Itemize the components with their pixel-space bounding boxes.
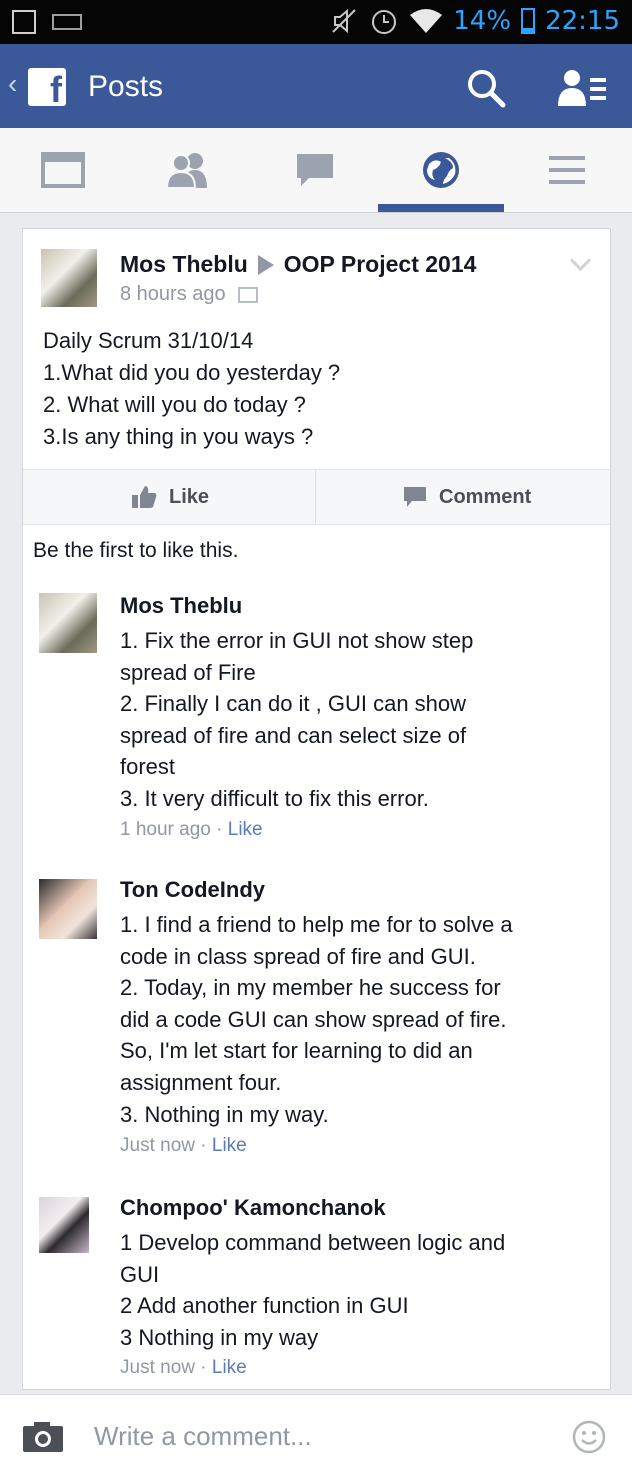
- back-arrow-icon[interactable]: ‹: [8, 68, 17, 100]
- battery-icon: [521, 8, 536, 34]
- comment-line: 3 Nothing in my way: [120, 1324, 319, 1350]
- post-body: Daily Scrum 31/10/14 1.What did you do y…: [43, 325, 583, 453]
- camera-icon[interactable]: [22, 1421, 64, 1453]
- tab-messages[interactable]: [252, 128, 378, 212]
- comment-line: 1. I find a friend to help me for to sol…: [120, 912, 513, 937]
- author-avatar[interactable]: [41, 249, 97, 307]
- battery-percent: 14%: [453, 6, 512, 36]
- meta-dot: ·: [200, 1135, 212, 1156]
- comment-line: 3. Nothing in my way.: [120, 1101, 329, 1127]
- likes-summary: Be the first to like this.: [33, 539, 239, 562]
- comment-line: forest: [120, 754, 176, 780]
- comment-label: Comment: [439, 485, 532, 508]
- comment-line: 1. Fix the error in GUI not show step: [120, 628, 474, 653]
- group-name[interactable]: OOP Project 2014: [284, 251, 477, 278]
- comment-item: Mos Theblu 1. Fix the error in GUI not s…: [39, 593, 599, 849]
- commenter-avatar[interactable]: [39, 593, 97, 653]
- action-divider: [315, 470, 316, 524]
- comment-item: Chompoo' Kamonchanok 1 Develop command b…: [39, 1195, 599, 1385]
- tab-friend-requests[interactable]: [126, 128, 252, 212]
- post-line: 1.What did you do yesterday ?: [43, 360, 341, 385]
- comment-text: 1 Develop command between logic and GUI …: [120, 1227, 590, 1353]
- meta-dot: ·: [216, 819, 228, 840]
- comment-line: spread of Fire: [120, 659, 256, 685]
- globe-icon: [423, 152, 459, 188]
- comment-time[interactable]: 1 hour ago: [120, 819, 211, 840]
- commenter-name[interactable]: Mos Theblu: [120, 593, 242, 619]
- chevron-down-icon[interactable]: [569, 249, 592, 272]
- comment-like-link[interactable]: Like: [212, 1357, 247, 1378]
- post-line: Daily Scrum 31/10/14: [43, 328, 254, 353]
- thumbs-up-icon: [132, 486, 157, 508]
- comment-text: 1. Fix the error in GUI not show step sp…: [120, 625, 590, 815]
- comment-text: 1. I find a friend to help me for to sol…: [120, 909, 590, 1130]
- comment-time[interactable]: Just now: [120, 1135, 195, 1156]
- wifi-icon: [410, 9, 443, 33]
- comment-button[interactable]: Comment: [403, 470, 531, 524]
- comment-line: So, I'm let start for learning to did an: [120, 1038, 473, 1064]
- commenter-name[interactable]: Chompoo' Kamonchanok: [120, 1195, 386, 1221]
- comment-line: did a code GUI can show spread of fire.: [120, 1006, 507, 1032]
- comment-item: Ton CodeIndy 1. I find a friend to help …: [39, 877, 599, 1167]
- post-card: Mos Theblu OOP Project 2014 8 hours ago …: [22, 228, 611, 1390]
- tab-bar: [0, 128, 632, 213]
- comment-line: 3. It very difficult to fix this error.: [120, 785, 429, 811]
- commenter-avatar[interactable]: [39, 879, 97, 939]
- clock: 22:15: [545, 6, 620, 36]
- facebook-logo-icon[interactable]: f: [28, 68, 66, 106]
- meta-dot: ·: [200, 1357, 212, 1378]
- comment-meta: 1 hour ago · Like: [120, 819, 263, 841]
- tab-more[interactable]: [504, 128, 630, 212]
- menu-icon: [549, 156, 585, 184]
- emoji-smiley-icon[interactable]: [572, 1420, 606, 1454]
- gallery-notification-icon: [12, 10, 36, 34]
- comment-line: code in class spread of fire and GUI.: [120, 943, 476, 969]
- arrow-right-icon: [257, 254, 274, 275]
- comment-line: 1 Develop command between logic and: [120, 1230, 506, 1255]
- comment-line: 2 Add another function in GUI: [120, 1293, 409, 1319]
- post-meta: 8 hours ago: [120, 283, 258, 306]
- post-header: Mos Theblu OOP Project 2014: [120, 251, 476, 278]
- keyboard-notification-icon: [52, 14, 82, 30]
- author-name[interactable]: Mos Theblu: [120, 251, 248, 278]
- friends-icon: [165, 153, 207, 188]
- comment-like-link[interactable]: Like: [228, 819, 263, 840]
- comment-time[interactable]: Just now: [120, 1357, 195, 1378]
- commenter-avatar[interactable]: [39, 1197, 89, 1253]
- tab-notifications[interactable]: [378, 128, 504, 212]
- comment-meta: Just now · Like: [120, 1135, 247, 1157]
- post-time[interactable]: 8 hours ago: [120, 283, 226, 306]
- comment-line: assignment four.: [120, 1069, 282, 1095]
- post-actions: Like Comment: [23, 469, 610, 525]
- comment-composer: Write a comment...: [0, 1394, 632, 1482]
- post-line: 3.Is any thing in you ways ?: [43, 424, 314, 449]
- post-line: 2. What will you do today ?: [43, 392, 306, 417]
- status-bar: 14% 22:15: [0, 0, 632, 44]
- comment-bubble-icon: [404, 487, 426, 507]
- mute-icon: [332, 8, 356, 34]
- alarm-icon: [372, 10, 397, 34]
- page-title: Posts: [88, 70, 164, 103]
- comment-line: 2. Today, in my member he success for: [120, 975, 501, 1001]
- tab-news-feed[interactable]: [0, 128, 126, 212]
- comment-line: spread of fire and can select size of: [120, 722, 467, 748]
- search-icon[interactable]: [466, 68, 506, 108]
- news-feed-icon: [41, 152, 85, 188]
- commenter-name[interactable]: Ton CodeIndy: [120, 877, 265, 903]
- like-button[interactable]: Like: [131, 470, 209, 524]
- like-label: Like: [169, 485, 210, 508]
- chat-bubble-icon: [297, 154, 333, 186]
- comment-input[interactable]: Write a comment...: [94, 1421, 312, 1452]
- group-privacy-icon: [237, 286, 258, 303]
- comment-like-link[interactable]: Like: [212, 1135, 247, 1156]
- comment-meta: Just now · Like: [120, 1357, 247, 1379]
- friends-list-icon[interactable]: [558, 68, 608, 108]
- comment-line: 2. Finally I can do it , GUI can show: [120, 691, 467, 717]
- comment-line: GUI: [120, 1261, 160, 1287]
- app-bar: ‹ f Posts: [0, 44, 632, 128]
